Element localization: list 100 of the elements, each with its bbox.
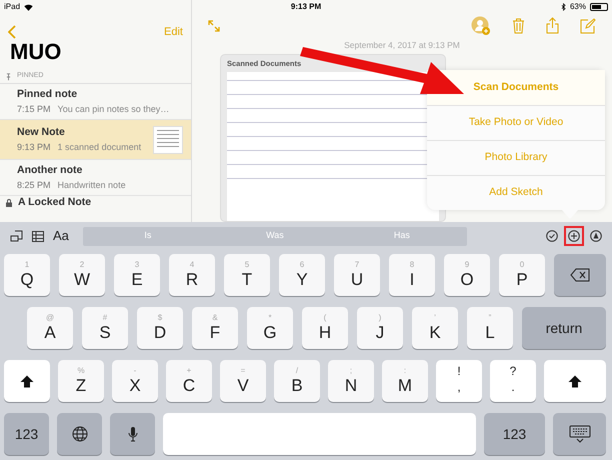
key-label: . (511, 379, 515, 396)
key-hint: $ (158, 313, 162, 323)
key-label: S (99, 323, 111, 343)
key[interactable]: ; N (328, 360, 374, 402)
note-time: 8:25 PM (17, 178, 51, 192)
key[interactable]: # S (82, 307, 128, 349)
key-hint: ; (350, 366, 352, 376)
key-label: V (237, 376, 249, 396)
key-label: J (376, 323, 384, 343)
key[interactable]: & F (192, 307, 238, 349)
key-label: T (242, 270, 252, 290)
key-label: Q (20, 270, 34, 290)
key-label: G (263, 323, 277, 343)
key-hint: = (240, 366, 246, 376)
key[interactable]: ’ K (412, 307, 458, 349)
shift-icon (568, 374, 582, 388)
bluetooth-icon (560, 3, 566, 11)
key[interactable]: 7 U (334, 254, 380, 296)
key[interactable]: = V (220, 360, 266, 402)
pen-circle-icon[interactable] (590, 230, 602, 242)
table-icon[interactable] (32, 230, 44, 242)
delete-icon (570, 268, 590, 282)
note-row[interactable]: A Locked Note (0, 196, 191, 210)
key[interactable]: * G (247, 307, 293, 349)
key-hint: ’ (434, 313, 436, 323)
numbers-key[interactable]: 123 (484, 413, 545, 455)
dictation-key[interactable] (110, 413, 155, 455)
dismiss-keyboard-key[interactable] (553, 413, 606, 455)
undo-icon[interactable] (10, 230, 23, 242)
key-label: B (291, 376, 303, 396)
key-hint: ? (510, 365, 516, 377)
note-preview: Handwritten note (58, 178, 126, 192)
note-row[interactable]: New Note 9:13 PM 1 scanned document (0, 120, 191, 160)
key[interactable]: : M (382, 360, 428, 402)
key[interactable]: ( H (302, 307, 348, 349)
note-title: A Locked Note (18, 195, 92, 210)
pin-icon (6, 72, 11, 80)
key[interactable]: 0 P (499, 254, 545, 296)
format-button[interactable]: Aa (53, 226, 69, 246)
key-label: M (398, 376, 412, 396)
battery-percent: 63% (570, 1, 586, 13)
key-label: C (182, 376, 196, 396)
key[interactable]: $ D (137, 307, 183, 349)
key[interactable]: ) J (357, 307, 403, 349)
key-hint: 7 (354, 260, 360, 270)
key-hint: 6 (300, 260, 304, 270)
key-label: E (131, 270, 143, 290)
key-hint: @ (46, 313, 54, 323)
add-icon[interactable] (568, 230, 580, 242)
key[interactable]: + C (166, 360, 212, 402)
key-hint: ” (488, 313, 492, 323)
key-label: F (210, 323, 220, 343)
note-date: September 4, 2017 at 9:13 PM (344, 38, 460, 52)
checklist-icon[interactable] (546, 230, 558, 242)
lock-icon (6, 199, 12, 207)
note-time: 7:15 PM (17, 102, 51, 116)
key[interactable]: / B (274, 360, 320, 402)
key[interactable]: 8 I (389, 254, 435, 296)
key-label: K (429, 323, 441, 343)
battery-icon (590, 3, 608, 11)
microphone-icon (128, 426, 138, 442)
key-label: D (154, 323, 166, 343)
status-time: 9:13 PM (290, 1, 322, 13)
key-hint: / (296, 366, 298, 376)
shift-key[interactable] (4, 360, 50, 402)
numbers-key[interactable]: 123 (4, 413, 49, 455)
key-hint: ! (457, 365, 461, 377)
key[interactable]: 3 E (114, 254, 160, 296)
key-label: L (485, 323, 495, 343)
key-hint: 2 (80, 260, 84, 270)
key-hint: * (268, 313, 272, 323)
key[interactable]: ” L (467, 307, 513, 349)
key-label: R (186, 270, 198, 290)
key-hint: 1 (24, 260, 30, 270)
key-label: X (129, 376, 141, 396)
key[interactable]: - X (112, 360, 158, 402)
globe-key[interactable] (57, 413, 102, 455)
delete-key[interactable] (554, 254, 606, 296)
shift-key[interactable] (544, 360, 606, 402)
key-label: A (44, 323, 56, 343)
key-label: W (74, 270, 90, 290)
key[interactable]: 2 W (59, 254, 105, 296)
key-label: , (457, 379, 461, 396)
key[interactable]: 4 R (169, 254, 215, 296)
key-hint: 0 (520, 260, 524, 270)
key[interactable]: % Z (58, 360, 104, 402)
keyboard-icon (568, 425, 590, 443)
return-key[interactable]: return (522, 307, 606, 349)
key[interactable]: 6 Y (279, 254, 325, 296)
note-title: New Note (17, 124, 66, 140)
key[interactable]: 1 Q (4, 254, 50, 296)
key[interactable]: @ A (27, 307, 73, 349)
key-hint: : (404, 366, 406, 376)
note-row[interactable]: Another note 8:25 PM Handwritten note (0, 160, 191, 196)
key-hint: ( (324, 313, 326, 323)
key[interactable]: 9 O (444, 254, 490, 296)
key[interactable]: ! , (436, 360, 482, 402)
key[interactable]: ? . (490, 360, 536, 402)
note-title: Pinned note (17, 86, 78, 102)
key[interactable]: 5 T (224, 254, 270, 296)
